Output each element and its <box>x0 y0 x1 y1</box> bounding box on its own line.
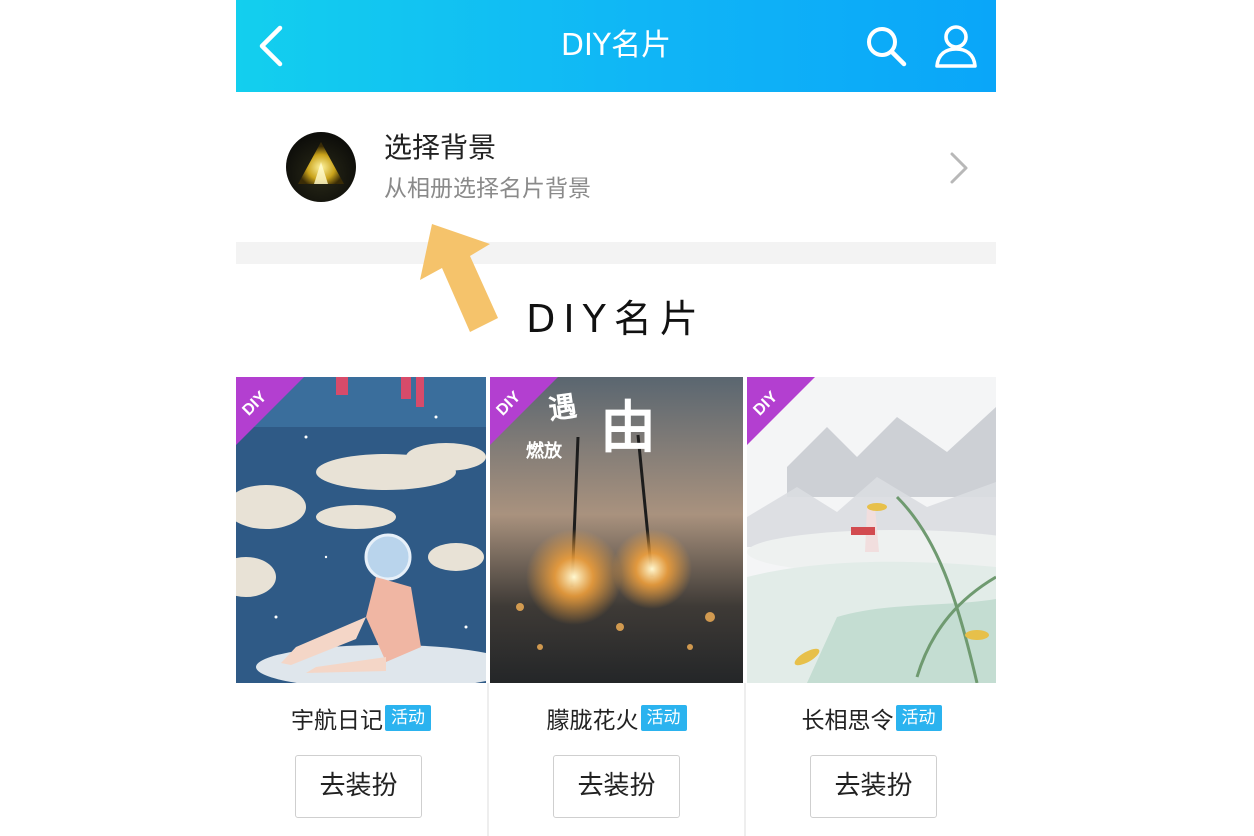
event-tag: 活动 <box>385 705 431 731</box>
diy-badge: DIY <box>236 377 304 445</box>
event-tag: 活动 <box>640 705 687 731</box>
profile-button[interactable] <box>932 22 980 70</box>
card-item[interactable]: DIY 长相思令 活动 去装扮 <box>747 377 996 836</box>
tent-image <box>298 142 344 184</box>
background-thumbnail <box>286 132 356 202</box>
card-name: 朦胧花火 <box>546 708 639 734</box>
card-name: 宇航日记 <box>291 708 383 734</box>
section-divider <box>236 242 996 264</box>
card-image: DIY <box>747 377 996 683</box>
search-icon <box>867 27 907 67</box>
background-picker-title: 选择背景 <box>384 131 497 164</box>
dress-up-button[interactable]: 去装扮 <box>810 755 937 818</box>
svg-text:由: 由 <box>600 396 656 461</box>
user-icon <box>935 25 977 68</box>
diy-badge: DIY <box>747 377 815 445</box>
select-background-row[interactable]: 选择背景 从相册选择名片背景 <box>236 92 996 242</box>
card-image: DIY <box>236 377 486 683</box>
annotation-arrow-icon <box>420 224 498 332</box>
top-bar: DIY名片 <box>236 0 996 92</box>
card-item[interactable]: 遇 由 燃放 DIY 朦胧花火 活动 去装扮 <box>490 377 743 836</box>
chevron-right-icon <box>950 152 968 184</box>
phone-screen: DIY名片 选择背景 从相册选择名片背景 DIY名片 DIY 宇航日记 活动 去… <box>236 0 996 836</box>
card-separator <box>487 683 489 836</box>
section-title: DIY名片 <box>526 297 706 341</box>
card-separator <box>744 683 746 836</box>
card-image: 遇 由 燃放 DIY <box>490 377 743 683</box>
dress-up-button[interactable]: 去装扮 <box>553 755 680 818</box>
background-picker-subtitle: 从相册选择名片背景 <box>384 176 591 202</box>
diy-badge: DIY <box>490 377 558 445</box>
card-name: 长相思令 <box>801 708 894 734</box>
dress-up-button[interactable]: 去装扮 <box>295 755 422 818</box>
event-tag: 活动 <box>895 705 942 731</box>
search-button[interactable] <box>864 24 908 68</box>
card-item[interactable]: DIY 宇航日记 活动 去装扮 <box>236 377 486 836</box>
